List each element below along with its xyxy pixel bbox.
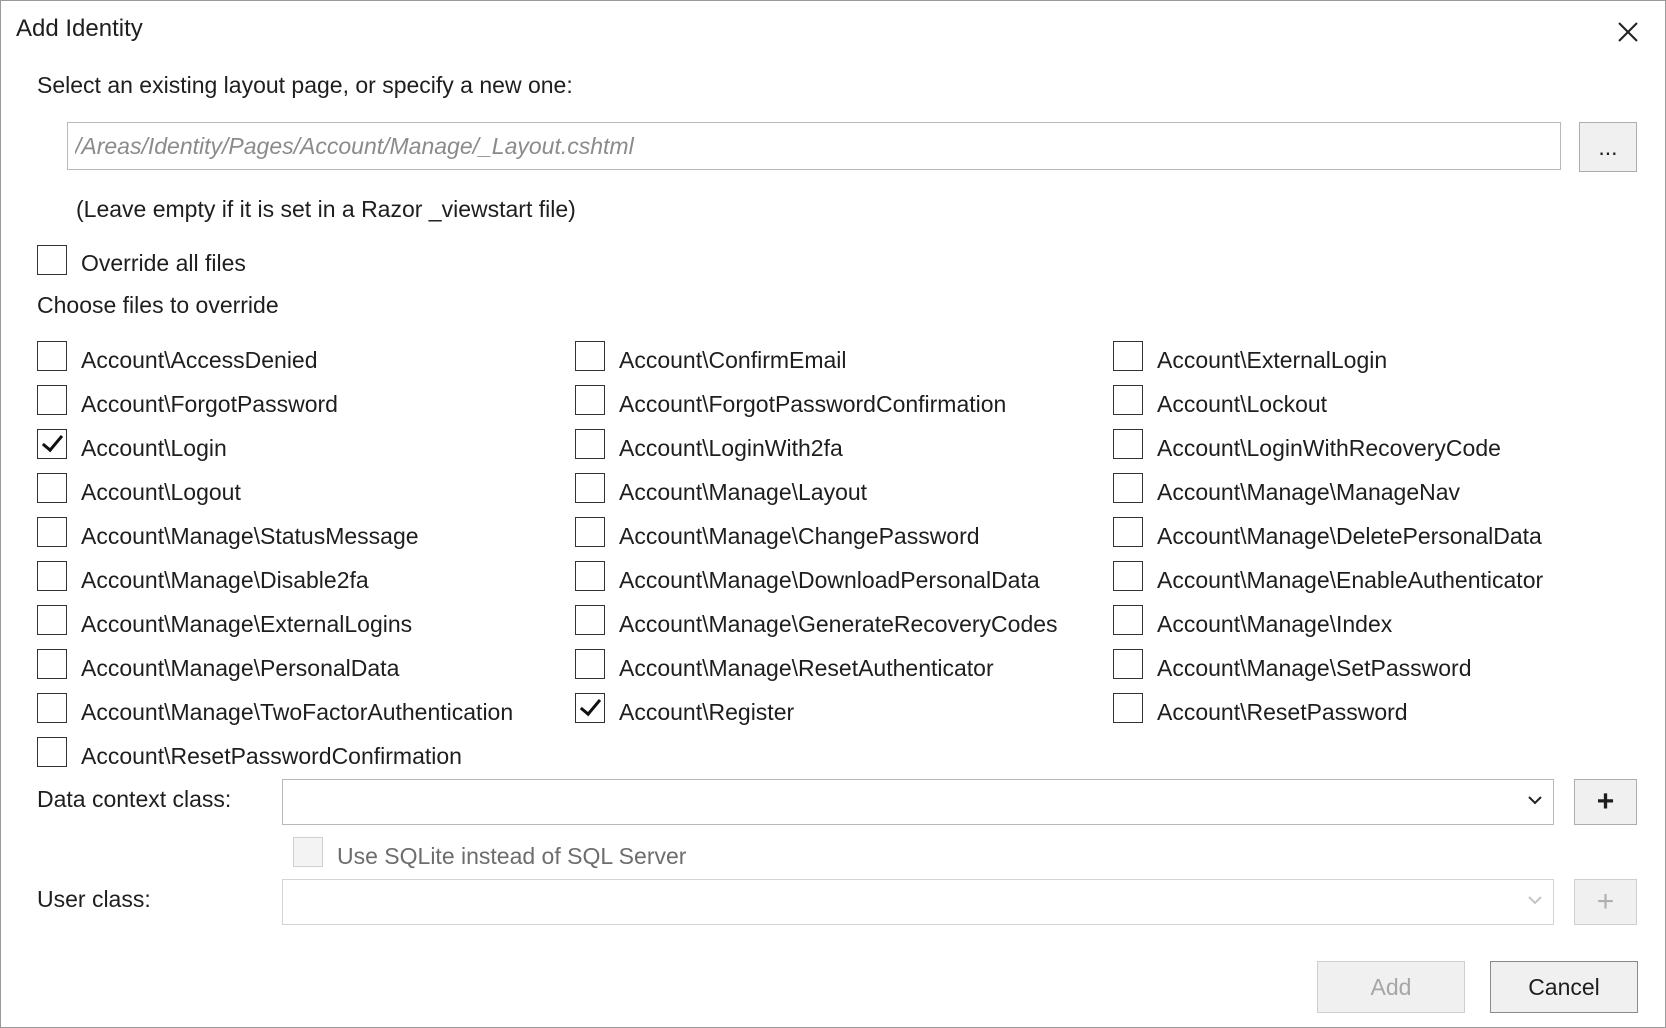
file-checkbox[interactable] xyxy=(37,737,67,767)
override-all-checkbox[interactable] xyxy=(37,245,67,275)
file-checkbox-label: Account\Manage\TwoFactorAuthentication xyxy=(81,699,514,725)
add-data-context-button[interactable]: + xyxy=(1574,779,1637,825)
file-checkbox-label: Account\Manage\DownloadPersonalData xyxy=(619,567,1040,593)
file-checkbox-label: Account\Manage\StatusMessage xyxy=(81,523,419,549)
layout-hint: (Leave empty if it is set in a Razor _vi… xyxy=(76,196,576,222)
file-checkbox-label: Account\Manage\PersonalData xyxy=(81,655,400,681)
file-checkbox-label: Account\Manage\ExternalLogins xyxy=(81,611,413,637)
browse-button[interactable]: ... xyxy=(1579,122,1637,172)
user-class-label: User class: xyxy=(37,886,151,912)
file-checkbox[interactable] xyxy=(1113,561,1143,591)
override-all-label: Override all files xyxy=(81,250,246,276)
file-checkbox-label: Account\AccessDenied xyxy=(81,347,318,373)
file-checkbox[interactable] xyxy=(1113,341,1143,371)
chevron-down-icon xyxy=(1528,796,1542,805)
file-checkbox[interactable] xyxy=(37,341,67,371)
file-checkbox[interactable] xyxy=(1113,429,1143,459)
file-checkbox-label: Account\Manage\Layout xyxy=(619,479,868,505)
data-context-label: Data context class: xyxy=(37,786,232,812)
file-checkbox[interactable] xyxy=(575,517,605,547)
file-checkbox[interactable] xyxy=(37,429,67,459)
file-checkbox[interactable] xyxy=(37,517,67,547)
file-checkbox-label: Account\Register xyxy=(619,699,795,725)
add-button[interactable]: Add xyxy=(1317,961,1465,1013)
sqlite-label: Use SQLite instead of SQL Server xyxy=(337,843,687,869)
file-checkbox[interactable] xyxy=(1113,517,1143,547)
file-checkbox[interactable] xyxy=(37,605,67,635)
file-checkbox-label: Account\ResetPasswordConfirmation xyxy=(81,743,462,769)
file-checkbox[interactable] xyxy=(37,385,67,415)
sqlite-checkbox[interactable] xyxy=(293,837,323,867)
layout-label: Select an existing layout page, or speci… xyxy=(37,72,573,98)
file-checkbox[interactable] xyxy=(37,473,67,503)
file-checkbox[interactable] xyxy=(575,429,605,459)
file-checkbox-label: Account\LoginWithRecoveryCode xyxy=(1157,435,1501,461)
file-checkbox-label: Account\Logout xyxy=(81,479,241,505)
file-checkbox-label: Account\Manage\Index xyxy=(1157,611,1393,637)
dialog-title: Add Identity xyxy=(16,15,143,42)
file-checkbox-label: Account\ResetPassword xyxy=(1157,699,1408,725)
file-checkbox[interactable] xyxy=(1113,605,1143,635)
file-checkbox-label: Account\Manage\Disable2fa xyxy=(81,567,369,593)
file-checkbox[interactable] xyxy=(575,605,605,635)
file-checkbox-label: Account\ForgotPasswordConfirmation xyxy=(619,391,1007,417)
file-checkbox-label: Account\Manage\ManageNav xyxy=(1157,479,1461,505)
layout-page-input[interactable] xyxy=(67,122,1561,170)
file-checkbox[interactable] xyxy=(575,693,605,723)
file-checkbox-label: Account\Login xyxy=(81,435,227,461)
chevron-down-icon xyxy=(1528,896,1542,905)
file-checkbox-label: Account\Manage\DeletePersonalData xyxy=(1157,523,1542,549)
file-checkbox-label: Account\Lockout xyxy=(1157,391,1328,417)
data-context-select[interactable] xyxy=(282,779,1554,825)
file-checkbox[interactable] xyxy=(1113,693,1143,723)
file-checkbox[interactable] xyxy=(37,561,67,591)
file-checkbox[interactable] xyxy=(37,693,67,723)
cancel-button[interactable]: Cancel xyxy=(1490,961,1638,1013)
file-checkbox-label: Account\Manage\SetPassword xyxy=(1157,655,1472,681)
add-identity-dialog: Add Identity Select an existing layout p… xyxy=(0,0,1666,1028)
file-checkbox[interactable] xyxy=(575,341,605,371)
file-checkbox[interactable] xyxy=(1113,649,1143,679)
file-checkbox-label: Account\ConfirmEmail xyxy=(619,347,847,373)
file-checkbox[interactable] xyxy=(1113,473,1143,503)
file-checkbox[interactable] xyxy=(37,649,67,679)
file-checkbox-label: Account\Manage\GenerateRecoveryCodes xyxy=(619,611,1058,637)
user-class-select[interactable] xyxy=(282,879,1554,925)
file-checkbox[interactable] xyxy=(575,561,605,591)
file-checkbox-label: Account\LoginWith2fa xyxy=(619,435,843,461)
file-checkbox[interactable] xyxy=(1113,385,1143,415)
choose-files-label: Choose files to override xyxy=(37,292,279,318)
close-icon[interactable] xyxy=(1611,15,1645,49)
add-user-class-button[interactable]: + xyxy=(1574,879,1637,925)
file-checkbox-label: Account\ForgotPassword xyxy=(81,391,338,417)
file-checkbox-label: Account\Manage\ResetAuthenticator xyxy=(619,655,994,681)
file-checkbox[interactable] xyxy=(575,385,605,415)
file-checkbox-label: Account\ExternalLogin xyxy=(1157,347,1388,373)
file-checkbox-label: Account\Manage\ChangePassword xyxy=(619,523,980,549)
file-checkbox[interactable] xyxy=(575,473,605,503)
file-checkbox[interactable] xyxy=(575,649,605,679)
file-checkbox-label: Account\Manage\EnableAuthenticator xyxy=(1157,567,1544,593)
